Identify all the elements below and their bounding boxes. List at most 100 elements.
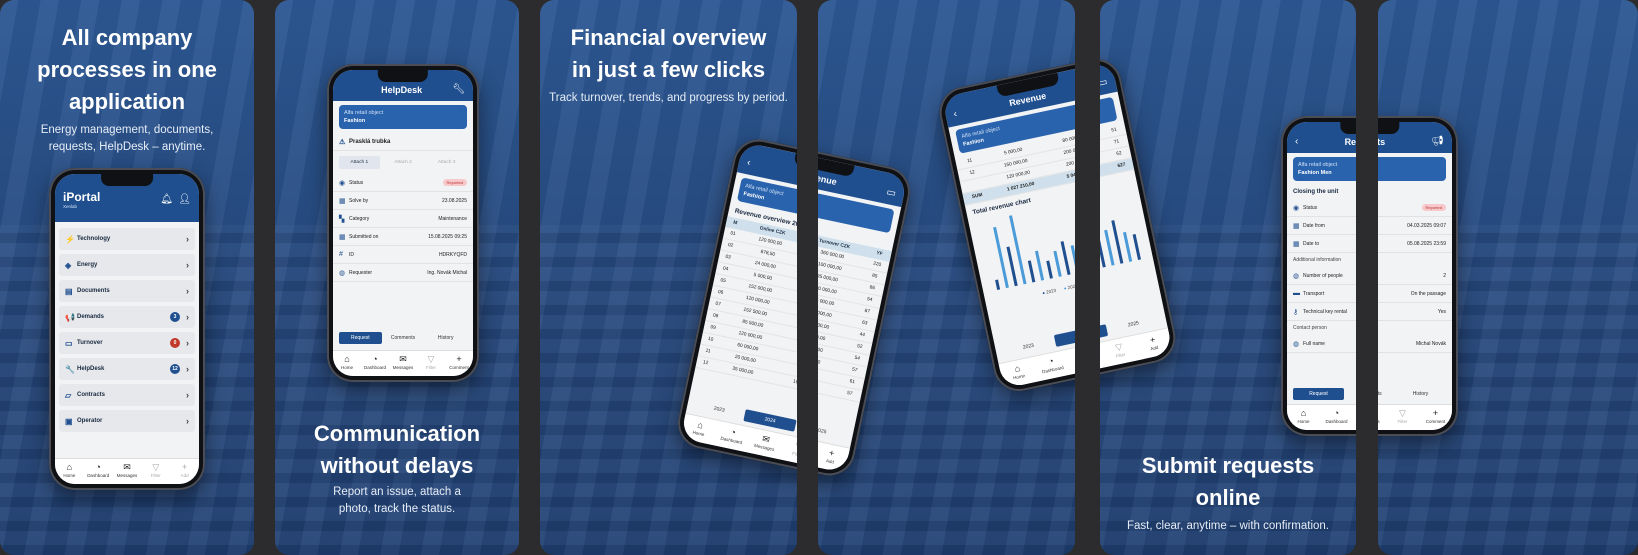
menu-item-documents[interactable]: ▤ Documents › (59, 280, 195, 302)
panel2-title: Communication without delays (313, 421, 481, 478)
field-row-id: # ID HDRKYQFD (333, 246, 473, 264)
wallet-icon[interactable]: ▭ (885, 187, 897, 200)
menu-item-demands[interactable]: 📢 Demands 3 › (59, 306, 195, 328)
tab-label: Filter (150, 473, 161, 478)
home-icon: ⌂ (344, 354, 350, 364)
menu-item-contracts[interactable]: ▱ Contracts › (59, 384, 195, 406)
segment-comments[interactable]: Comments (382, 332, 425, 344)
tab-filter[interactable]: ▽Filter (1100, 336, 1139, 368)
object-label: Alfa retail object (344, 110, 384, 116)
status-icon: ◉ (1293, 204, 1300, 212)
tab-label: Filter (1115, 351, 1126, 359)
revenue-table: M Online CZK Turnover CZK YF 01 120 000,00 36… (695, 216, 892, 403)
menu-item-technology[interactable]: ⚡ Technology › (59, 228, 195, 250)
field-label: Submitted on (349, 233, 379, 240)
chart-bar (995, 279, 1001, 290)
object-card[interactable]: Alfa retail object Fashion (339, 105, 467, 129)
id-card-icon: ▣ (65, 416, 73, 426)
legend-item: ● 2023 (1042, 288, 1057, 296)
megaphone-icon: 📢 (65, 312, 75, 322)
menu-item-energy[interactable]: ◈ Energy › (59, 254, 195, 276)
tab-messages[interactable]: ✉Messages (746, 428, 784, 459)
panel1-subtitle: Energy management, documents, requests, … (40, 124, 214, 153)
tab-home[interactable]: ⌂ Home (1287, 405, 1320, 430)
user-menu-icon[interactable]: 👤︎ (178, 194, 191, 205)
panel-communication: HelpDesk 🔧︎ Alfa retail object Fashion ⚠… (275, 0, 519, 555)
tab-dashboard[interactable]: ◔ Dashboard (713, 421, 751, 452)
tab-label: Home (63, 473, 76, 478)
tab-messages[interactable]: ✉Messages (113, 459, 142, 484)
tab-home[interactable]: ⌂ Home (333, 351, 361, 376)
segment-history[interactable]: History (424, 332, 467, 344)
folder-icon: ▱ (65, 390, 72, 400)
tab-label: Home (340, 365, 353, 370)
warning-icon: ⚠ (339, 138, 346, 146)
chevron-right-icon: › (186, 286, 189, 296)
chevron-right-icon: › (186, 390, 189, 400)
chart-bar (1009, 215, 1027, 285)
panel5-title: Submit requests online (1141, 453, 1315, 510)
field-row-category: ▚ Category Maintenance (333, 210, 473, 228)
menu-item-helpdesk[interactable]: 🔧 HelpDesk 12 › (59, 358, 195, 380)
tab-filter[interactable]: ▽Filter (141, 459, 170, 484)
tab-messages[interactable]: ✉Messages (389, 351, 417, 376)
tab-add[interactable]: + Add (1134, 328, 1173, 360)
tab-home[interactable]: ⌂ Home (55, 459, 84, 484)
lightning-icon: ⚡ (65, 234, 75, 244)
tab-comment[interactable]: + Comment (445, 351, 473, 376)
bell-icon[interactable]: 🔔︎ (160, 194, 173, 205)
dashboard-icon: ◔ (95, 462, 101, 472)
menu-item-operator[interactable]: ▣ Operator › (59, 410, 195, 432)
panel3-title: Financial overview in just a few clicks (570, 25, 767, 82)
tab-dashboard[interactable]: ◔ Dashboard (1320, 405, 1353, 430)
field-value: Yes (1437, 308, 1446, 315)
menu-item-label: Operator (77, 418, 103, 424)
status-badge: Reported (442, 179, 467, 186)
tab-filter[interactable]: ▽Filter (1386, 405, 1419, 430)
tab-comment[interactable]: + Comment (1419, 405, 1452, 430)
attachment-button-2[interactable]: Attach 2 (383, 156, 424, 169)
home-icon: ⌂ (1300, 408, 1307, 418)
plus-icon: + (181, 462, 188, 472)
field-value: Ing. Novák Michal (427, 269, 467, 276)
user-icon: ◍ (1293, 340, 1300, 348)
phone-screen: iPortal Xenlab 🔔︎ 👤︎ ⚡ Technology › ◈ Energy… (55, 174, 199, 484)
back-arrow-icon[interactable]: ‹ (953, 109, 959, 120)
panel5-subtitle: Fast, clear, anytime – with confirmation… (1127, 520, 1329, 532)
phone-notch (377, 70, 429, 82)
object-label: Alfa retail object (1298, 162, 1338, 168)
tab-home[interactable]: ⌂ Home (680, 414, 718, 445)
attachment-button-3[interactable]: Attach 3 (426, 156, 467, 169)
wrench-icon[interactable]: 🔧︎ (452, 84, 465, 95)
tab-label: Comment (449, 365, 469, 370)
attachment-button-1[interactable]: Attach 1 (339, 156, 380, 169)
tab-add[interactable]: + Add (170, 459, 199, 484)
helpdesk-title: HelpDesk (381, 84, 423, 95)
tab-dashboard[interactable]: ◔ Dashboard (1033, 350, 1072, 382)
category-icon: ▚ (339, 215, 345, 223)
chart-bar (993, 226, 1009, 289)
field-value: HDRKYQFD (438, 251, 467, 258)
segment-request[interactable]: Request (339, 332, 382, 344)
field-value: Maintenance (438, 215, 467, 222)
megaphone-icon[interactable]: 📢︎ (1431, 136, 1444, 147)
panel-gap (254, 0, 275, 555)
back-arrow-icon[interactable]: ‹ (746, 157, 752, 168)
tag-icon: ◈ (65, 260, 72, 270)
segment-history[interactable]: History (1395, 388, 1446, 400)
object-name: Fashion (344, 118, 366, 124)
tab-filter[interactable]: ▽Filter (417, 351, 445, 376)
issue-title: Prasklá trubka (349, 138, 391, 145)
menu-item-turnover[interactable]: ▭ Turnover 0 › (59, 332, 195, 354)
tab-home[interactable]: ⌂ Home (999, 357, 1038, 389)
tab-label: Messages (392, 365, 414, 370)
people-icon: ◍ (1293, 272, 1300, 280)
segment-request[interactable]: Request (1293, 388, 1344, 400)
count-badge: 0 (170, 338, 180, 348)
tab-label: Add (1149, 344, 1159, 352)
filter-icon: ▽ (1399, 408, 1406, 418)
chart-bar (1132, 233, 1141, 261)
tab-dashboard[interactable]: ◔ Dashboard (361, 351, 389, 376)
back-arrow-icon[interactable]: ‹ (1295, 136, 1298, 147)
tab-dashboard[interactable]: ◔ Dashboard (84, 459, 113, 484)
